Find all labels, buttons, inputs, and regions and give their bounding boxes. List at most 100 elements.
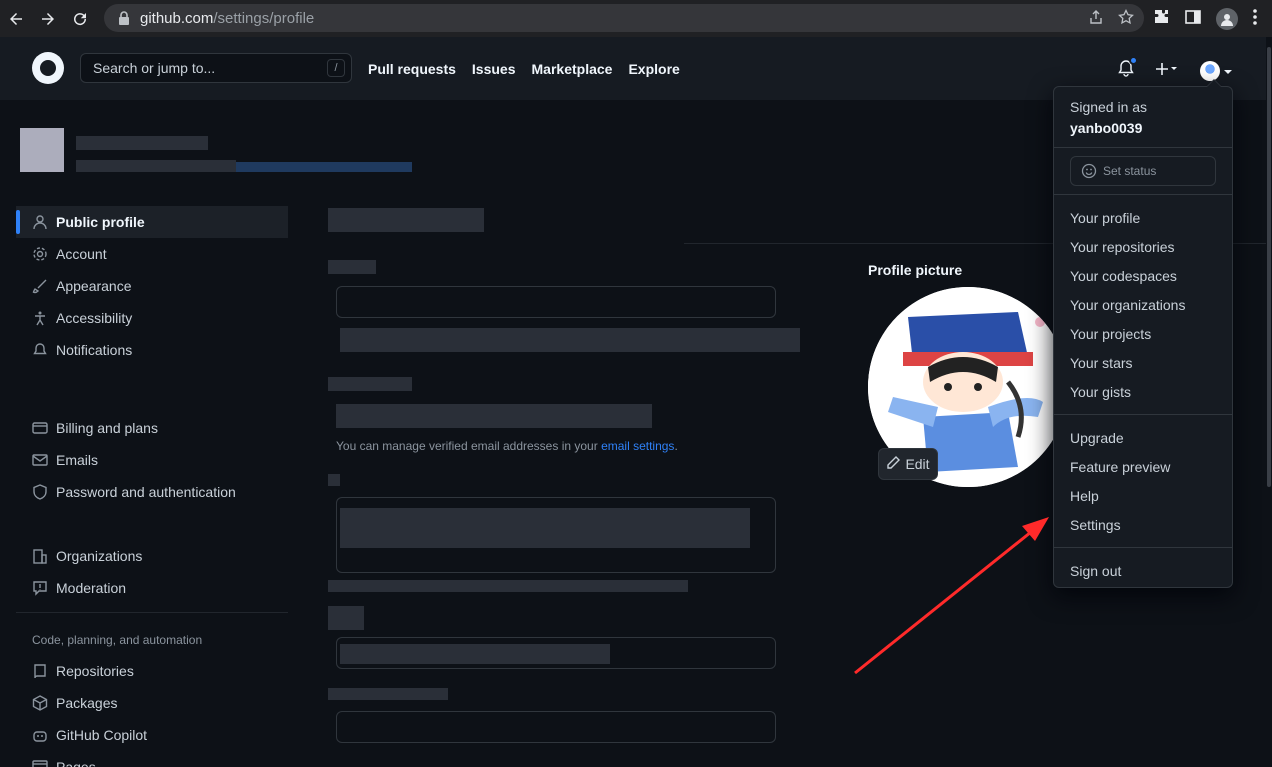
mail-icon <box>32 452 48 468</box>
signed-in-block: Signed in as yanbo0039 <box>1054 87 1232 139</box>
sidebar-item-label: Packages <box>56 695 118 711</box>
nav-marketplace[interactable]: Marketplace <box>532 61 613 77</box>
menu-item-feature-preview[interactable]: Feature preview <box>1054 452 1232 481</box>
github-logo-icon[interactable] <box>32 52 64 84</box>
address-bar[interactable]: github.com/settings/profile <box>104 4 1144 32</box>
gear-icon <box>32 246 48 262</box>
pencil-icon <box>886 455 901 473</box>
sidebar-item-label: GitHub Copilot <box>56 727 148 743</box>
redacted-label <box>328 688 448 700</box>
dropdown-divider <box>1054 547 1232 548</box>
email-help-text: You can manage verified email addresses … <box>336 439 678 453</box>
sidebar-item-account[interactable]: Account <box>16 238 288 270</box>
nav-explore[interactable]: Explore <box>628 61 679 77</box>
menu-item-your-repositories[interactable]: Your repositories <box>1054 232 1232 261</box>
lock-icon <box>118 11 130 25</box>
menu-item-your-profile[interactable]: Your profile <box>1054 203 1232 232</box>
redacted-page-title <box>328 208 484 232</box>
profile-icon[interactable] <box>1216 8 1238 30</box>
sidebar-item-label: Accessibility <box>56 310 133 326</box>
reload-icon[interactable] <box>64 0 96 37</box>
sidebar-access-heading-redacted <box>16 366 288 412</box>
redacted-help <box>340 328 800 352</box>
redacted-link <box>236 162 412 172</box>
bookmark-star-icon[interactable] <box>1118 8 1134 30</box>
menu-item-help[interactable]: Help <box>1054 481 1232 510</box>
sidebar-section-heading: Code, planning, and automation <box>32 633 203 647</box>
credit-card-icon <box>32 420 48 436</box>
menu-item-sign-out[interactable]: Sign out <box>1054 556 1232 585</box>
menu-item-your-organizations[interactable]: Your organizations <box>1054 290 1232 319</box>
public-email-select[interactable] <box>336 404 652 428</box>
share-icon[interactable] <box>1088 9 1104 30</box>
menu-item-your-codespaces[interactable]: Your codespaces <box>1054 261 1232 290</box>
redacted-subtitle <box>76 160 236 172</box>
user-menu-toggle[interactable] <box>1200 61 1232 81</box>
name-field[interactable] <box>336 286 776 318</box>
forward-icon[interactable] <box>32 0 64 37</box>
package-icon <box>32 695 48 711</box>
edit-picture-button[interactable]: Edit <box>878 448 938 480</box>
sidebar-item-public-profile[interactable]: Public profile <box>16 206 288 238</box>
sidebar-item-organizations[interactable]: Organizations <box>16 540 288 572</box>
sidebar-item-pages[interactable]: Pages <box>16 751 288 767</box>
nav-issues[interactable]: Issues <box>472 61 516 77</box>
nav-pull-requests[interactable]: Pull requests <box>368 61 456 77</box>
sidebar-item-packages[interactable]: Packages <box>16 687 288 719</box>
sidebar-item-password[interactable]: Password and authentication <box>16 476 288 508</box>
notifications-bell-icon[interactable] <box>1118 56 1138 82</box>
user-avatar-redacted <box>20 128 64 172</box>
menu-item-your-stars[interactable]: Your stars <box>1054 348 1232 377</box>
extensions-icon[interactable] <box>1152 8 1170 31</box>
sidebar-item-billing[interactable]: Billing and plans <box>16 412 288 444</box>
redacted-label <box>328 377 412 391</box>
bell-icon <box>32 342 48 358</box>
menu-item-settings[interactable]: Settings <box>1054 510 1232 539</box>
sidebar-item-copilot[interactable]: GitHub Copilot <box>16 719 288 751</box>
sidebar-item-label: Password and authentication <box>56 484 236 500</box>
menu-item-upgrade[interactable]: Upgrade <box>1054 423 1232 452</box>
redacted-url <box>340 644 610 664</box>
smiley-icon <box>1081 163 1097 179</box>
social-field[interactable] <box>336 711 776 743</box>
set-status-button[interactable]: Set status <box>1070 156 1216 186</box>
sidebar-item-appearance[interactable]: Appearance <box>16 270 288 302</box>
search-shortcut-key: / <box>327 59 345 77</box>
edit-label: Edit <box>905 456 930 472</box>
dropdown-divider <box>1054 194 1232 195</box>
sidebar-item-label: Notifications <box>56 342 133 358</box>
side-panel-icon[interactable] <box>1184 8 1202 31</box>
sidebar-item-repositories[interactable]: Repositories <box>16 655 288 687</box>
scrollbar-thumb[interactable] <box>1267 47 1271 487</box>
accessibility-icon <box>32 310 48 326</box>
redacted-label <box>328 260 376 274</box>
sidebar-item-label: Billing and plans <box>56 420 158 436</box>
menu-item-your-projects[interactable]: Your projects <box>1054 319 1232 348</box>
sidebar-item-accessibility[interactable]: Accessibility <box>16 302 288 334</box>
redacted-label <box>328 474 340 486</box>
sidebar-item-notifications[interactable]: Notifications <box>16 334 288 366</box>
page-scrollbar[interactable] <box>1266 37 1272 767</box>
top-nav: Pull requests Issues Marketplace Explore <box>368 61 680 77</box>
sidebar-item-label: Pages <box>56 759 96 767</box>
browser-toolbar: github.com/settings/profile <box>0 0 1272 37</box>
shield-lock-icon <box>32 484 48 500</box>
dropdown-divider <box>1054 147 1232 148</box>
search-input[interactable]: Search or jump to... / <box>80 53 352 83</box>
sidebar-item-label: Appearance <box>56 278 132 294</box>
sidebar-item-moderation[interactable]: Moderation <box>16 572 288 604</box>
menu-item-your-gists[interactable]: Your gists <box>1054 377 1232 406</box>
browser-menu-icon[interactable] <box>1252 8 1258 31</box>
sidebar-item-label: Public profile <box>56 214 145 230</box>
report-icon <box>32 580 48 596</box>
sidebar-item-emails[interactable]: Emails <box>16 444 288 476</box>
dropdown-divider <box>1054 414 1232 415</box>
organization-icon <box>32 548 48 564</box>
signed-in-username[interactable]: yanbo0039 <box>1070 118 1216 139</box>
user-dropdown-menu: Signed in as yanbo0039 Set status Your p… <box>1053 79 1233 588</box>
sidebar-item-label: Repositories <box>56 663 134 679</box>
create-new-plus-icon[interactable] <box>1156 62 1178 81</box>
chevron-down-icon <box>1224 62 1232 80</box>
back-icon[interactable] <box>0 0 32 37</box>
email-settings-link[interactable]: email settings <box>601 439 674 453</box>
